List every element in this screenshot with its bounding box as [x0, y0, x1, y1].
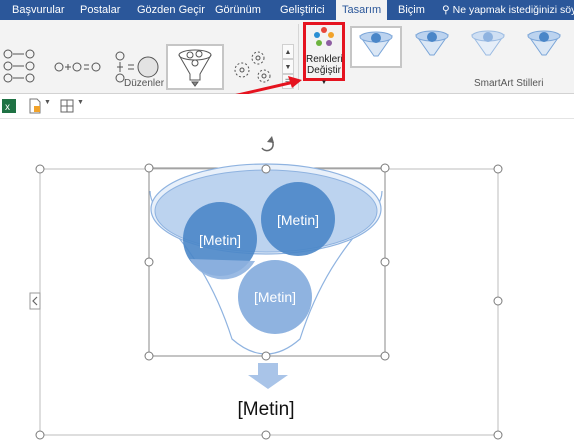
ribbon-tab-bar: Başvurular Postalar Gözden Geçir Görünüm…	[0, 0, 574, 20]
layout-thumb-1[interactable]	[2, 44, 42, 90]
circle-2-text: [Metin]	[277, 212, 319, 228]
bottom-text: [Metin]	[237, 399, 294, 420]
tab-review[interactable]: Gözden Geçir	[131, 0, 211, 20]
layout-icon[interactable]	[60, 99, 74, 113]
scroll-down-icon[interactable]: ▼	[282, 59, 294, 74]
tell-me-box[interactable]: ⚲ Ne yapmak istediğinizi söy	[442, 0, 574, 20]
layout-thumb-2[interactable]	[50, 44, 106, 90]
style-thumb-1[interactable]	[350, 26, 402, 68]
rotate-icon	[261, 136, 274, 152]
expand-pane-icon	[29, 292, 41, 310]
excel-icon[interactable]: x	[2, 98, 16, 114]
lightbulb-icon: ⚲	[442, 4, 450, 16]
group-label-layouts: Düzenler	[124, 78, 165, 89]
tab-references[interactable]: Başvurular	[6, 0, 71, 20]
dropdown-caret-icon[interactable]: ▼	[44, 99, 51, 106]
dropdown-caret-icon[interactable]: ▼	[77, 99, 84, 106]
style-thumb-2[interactable]	[406, 26, 458, 68]
style-thumb-4[interactable]	[518, 26, 570, 68]
tab-mailings[interactable]: Postalar	[74, 0, 126, 20]
dropdown-caret-icon: ▼	[321, 80, 327, 86]
change-colors-button[interactable]: Renkleri Değiştir ▼	[303, 22, 345, 86]
circle-1-text: [Metin]	[199, 232, 241, 248]
tab-design[interactable]: Tasarım	[336, 0, 388, 20]
circle-3-text: [Metin]	[254, 289, 296, 305]
new-document-icon[interactable]	[28, 98, 42, 114]
tab-format[interactable]: Biçim	[392, 0, 431, 20]
tab-developer[interactable]: Geliştirici	[274, 0, 331, 20]
svg-text:x: x	[5, 102, 10, 113]
funnel-arrow-icon	[248, 363, 288, 389]
scroll-up-icon[interactable]: ▲	[282, 44, 294, 59]
color-palette-icon	[314, 27, 334, 46]
funnel-style-1-icon	[359, 31, 393, 57]
funnel-style-2-icon	[415, 30, 449, 56]
group-label-styles: SmartArt Stilleri	[474, 78, 544, 89]
change-colors-label-1: Renkleri	[306, 54, 343, 65]
style-thumb-3[interactable]	[462, 26, 514, 68]
smartart-diagram[interactable]: [Metin] [Metin] [Metin] [Metin]	[0, 119, 574, 444]
quick-access-toolbar: x ▼ ▼	[0, 94, 574, 119]
funnel-style-3-icon	[471, 30, 505, 56]
tab-view[interactable]: Görünüm	[209, 0, 267, 20]
funnel-style-4-icon	[527, 30, 561, 56]
tell-me-text: Ne yapmak istediğinizi söy	[452, 4, 574, 16]
change-colors-label-2: Değiştir ▼	[307, 65, 341, 86]
